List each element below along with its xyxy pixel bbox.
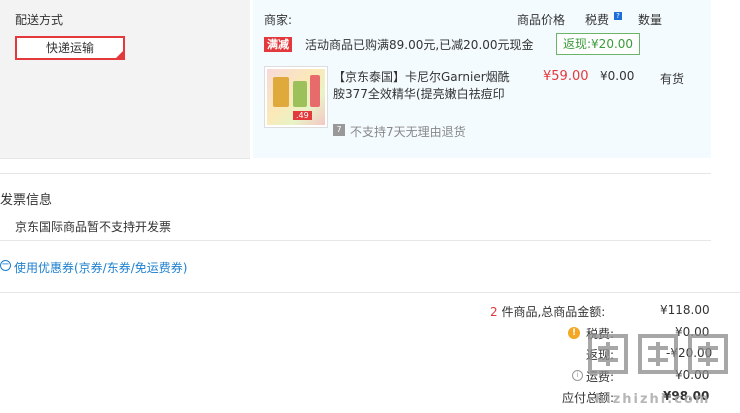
coupon-toggle-link[interactable]: 使用优惠券(京券/东券/免运费券) <box>14 259 187 276</box>
thumb-price: .49 <box>293 111 312 120</box>
bottle-shape <box>293 81 307 107</box>
seller-label: 商家: <box>264 13 293 27</box>
shipping-title: 配送方式 <box>15 13 64 27</box>
promo-tag: 满减 <box>264 37 292 52</box>
goods-total: ¥118.00 <box>660 303 710 317</box>
collapse-icon[interactable]: − <box>0 260 11 271</box>
no-return-icon: 7 <box>333 124 345 136</box>
col-tax-header: 税费 <box>585 13 610 27</box>
selected-corner-icon <box>116 51 123 58</box>
freight-info-icon[interactable]: i <box>572 370 583 381</box>
product-thumbnail[interactable]: .49 <box>264 66 328 128</box>
shipping-method-button[interactable]: 快递运输 <box>15 36 125 60</box>
watermark-text: hizhizhi.com <box>595 392 711 407</box>
product-image: .49 <box>267 69 325 125</box>
invoice-note: 京东国际商品暂不支持开发票 <box>15 220 172 234</box>
divider <box>0 292 740 293</box>
tax-help-icon[interactable]: ? <box>614 12 622 20</box>
col-qty-header: 数量 <box>638 13 663 27</box>
summary-count-row: 2 件商品,总商品金额: <box>490 303 605 320</box>
stock-status: 有货 <box>660 72 685 86</box>
watermark-logo <box>588 334 728 374</box>
product-title-link[interactable]: 【京东泰国】卡尼尔Garnier烟酰 胺377全效精华(提亮嫩白祛痘印 <box>333 69 510 103</box>
divider <box>0 240 711 241</box>
product-title-line2: 胺377全效精华(提亮嫩白祛痘印 <box>333 87 505 101</box>
bottle-shape <box>310 75 320 107</box>
product-title-line1: 【京东泰国】卡尼尔Garnier烟酰 <box>333 70 510 84</box>
divider <box>0 173 711 174</box>
rebate-badge: 返现:¥20.00 <box>556 33 641 55</box>
no-return-text: 不支持7天无理由退货 <box>350 125 466 139</box>
tax-warning-icon[interactable]: ! <box>568 327 580 339</box>
product-tax: ¥0.00 <box>600 69 635 83</box>
invoice-title: 发票信息 <box>0 193 53 208</box>
item-count-suffix: 件商品,总商品金额: <box>501 305 606 319</box>
promo-text: 活动商品已购满89.00元,已减20.00元现金 <box>305 38 534 52</box>
bottle-shape <box>273 77 289 107</box>
item-count: 2 <box>490 305 498 319</box>
shipping-method-label: 快递运输 <box>45 41 94 55</box>
product-price: ¥59.00 <box>543 69 589 84</box>
col-price-header: 商品价格 <box>517 13 566 27</box>
